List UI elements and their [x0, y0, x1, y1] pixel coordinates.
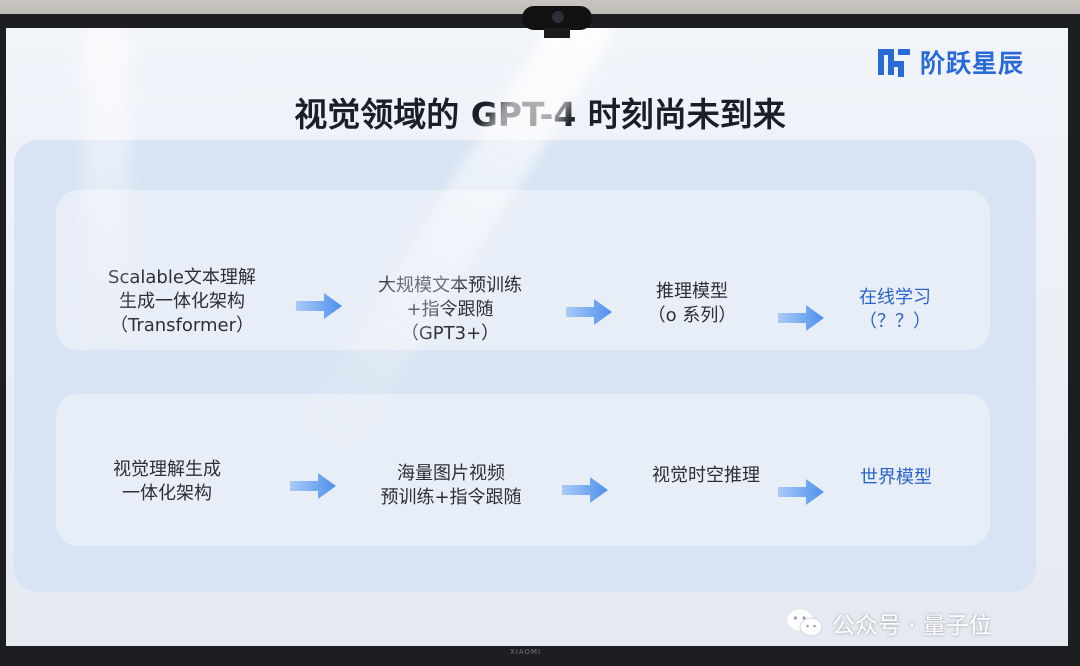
webcam-mount	[544, 28, 570, 38]
step-line: 在线学习	[859, 287, 931, 308]
watermark: 公众号 · 量子位	[786, 606, 992, 640]
slide-title: 视觉领域的 GPT-4 时刻尚未到来	[294, 95, 786, 134]
roadmap-step: Scalable文本理解 生成一体化架构 （Transformer）	[92, 266, 272, 338]
step-line: 大规模文本预训练	[378, 275, 522, 296]
right-arrow-icon	[562, 476, 608, 504]
step-line: 视觉时空推理	[652, 465, 760, 486]
roadmap-step-highlight: 在线学习 （？？）	[840, 286, 950, 334]
roadmap-step: 海量图片视频 预训练+指令跟随	[356, 462, 546, 510]
roadmap-step: 视觉理解生成 一体化架构	[82, 458, 252, 506]
right-arrow-icon	[778, 304, 824, 332]
step-line: Scalable文本理解	[108, 267, 256, 288]
right-arrow-icon	[566, 298, 612, 326]
step-line: 视觉理解生成	[113, 459, 221, 480]
roadmap-step-highlight: 世界模型	[846, 466, 946, 490]
right-arrow-icon	[296, 292, 342, 320]
watermark-text: 公众号 · 量子位	[832, 613, 992, 639]
roadmap-step: 推理模型 （o 系列）	[632, 280, 752, 328]
step-line: （o 系列）	[647, 305, 737, 326]
step-line: （？？）	[859, 311, 931, 332]
roadmap-step: 视觉时空推理	[636, 464, 776, 488]
step-line: 世界模型	[860, 467, 932, 488]
photo-stage: 阶跃星辰 视觉领域的 GPT-4 时刻尚未到来 Scalable文本理解 生成一…	[0, 0, 1080, 666]
roadmap-step: 大规模文本预训练 +指令跟随 （GPT3+）	[360, 274, 540, 346]
company-logo: 阶跃星辰	[876, 44, 1024, 80]
right-arrow-icon	[778, 478, 824, 506]
step-line: 预训练+指令跟随	[380, 487, 522, 508]
step-line: （GPT3+）	[400, 323, 500, 344]
webcam-lens	[552, 11, 564, 23]
step-line: 推理模型	[656, 281, 728, 302]
step-line: 生成一体化架构	[119, 291, 245, 312]
tv-brand-label: XIAOMI	[510, 648, 542, 656]
logo-text: 阶跃星辰	[920, 49, 1025, 78]
stepfun-logo-icon	[878, 49, 910, 77]
step-line: （Transformer）	[109, 315, 254, 336]
step-line: +指令跟随	[406, 299, 494, 320]
step-line: 海量图片视频	[397, 463, 505, 484]
step-line: 一体化架构	[122, 483, 212, 504]
wechat-icon	[787, 609, 823, 637]
right-arrow-icon	[290, 472, 336, 500]
